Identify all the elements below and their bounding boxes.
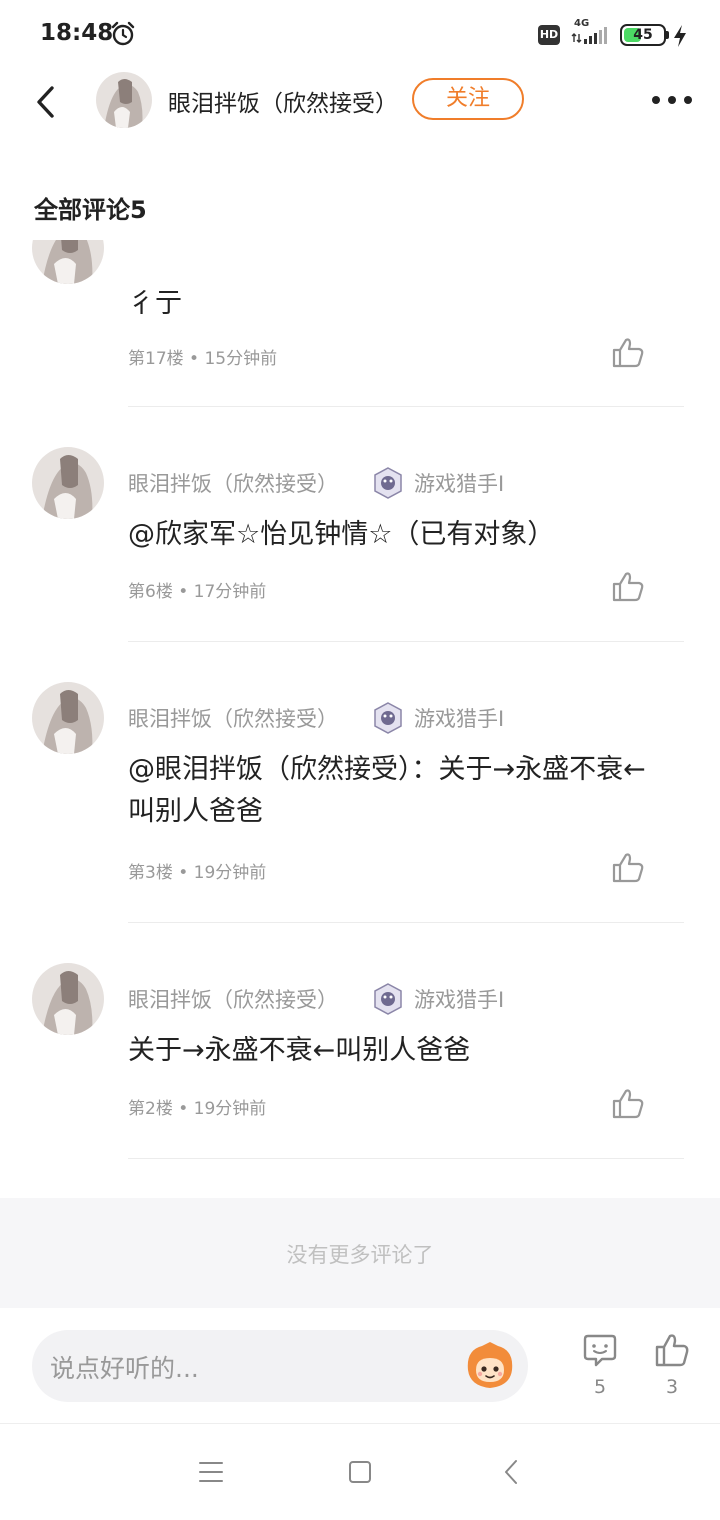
- avatar[interactable]: [32, 963, 104, 1035]
- comment-count: 5: [593, 1376, 607, 1398]
- avatar[interactable]: [32, 447, 104, 519]
- comment-time: 19分钟前: [193, 1099, 267, 1119]
- comment-text: @欣家军☆怡见钟情☆（已有对象）: [128, 519, 555, 550]
- comment-list[interactable]: 彳亍 第17楼 • 15分钟前 眼泪拌饭（欣然接受） 游戏猎手I @欣家军☆怡见…: [0, 240, 720, 1198]
- meta-separator: •: [178, 582, 194, 602]
- comment-username[interactable]: 眼泪拌饭（欣然接受）: [128, 468, 338, 498]
- comment-time: 15分钟前: [204, 349, 278, 369]
- like-icon[interactable]: [610, 568, 646, 604]
- comment-meta: 第3楼 • 19分钟前: [128, 858, 266, 883]
- home-icon[interactable]: [348, 1460, 372, 1484]
- comment-item: 眼泪拌饭（欣然接受） 游戏猎手I @眼泪拌饭（欣然接受）：关于→永盛不衰←叫别人…: [0, 642, 720, 923]
- comment-floor: 第17楼: [128, 349, 184, 369]
- comment-meta: 第6楼 • 17分钟前: [128, 577, 266, 602]
- back-icon[interactable]: [30, 82, 60, 122]
- section-title: 全部评论5: [34, 196, 147, 224]
- mascot-icon[interactable]: [462, 1340, 518, 1392]
- screen: 18:48 HD 4G 45 眼泪拌饭（欣然接受） 关注 全部评论5 彳亍 第1…: [0, 0, 720, 1520]
- battery-icon: 45: [620, 24, 666, 46]
- badge-label: 游戏猎手I: [414, 707, 505, 731]
- comment-meta: 第17楼 • 15分钟前: [128, 344, 277, 369]
- badge-icon: [374, 467, 402, 499]
- more-icon[interactable]: [648, 90, 696, 110]
- system-nav-bar: [0, 1424, 720, 1520]
- status-time: 18:48: [40, 20, 114, 46]
- comment-text: 彳亍: [128, 288, 182, 319]
- comment-username[interactable]: 眼泪拌饭（欣然接受）: [128, 703, 338, 733]
- input-placeholder: 说点好听的...: [50, 1354, 199, 1383]
- hd-badge: HD: [538, 25, 560, 45]
- comment-floor: 第6楼: [128, 582, 173, 602]
- comment-text: @眼泪拌饭（欣然接受）：关于→永盛不衰←叫别人爸爸: [128, 754, 646, 827]
- battery-cap: [666, 31, 669, 39]
- menu-icon[interactable]: [198, 1460, 224, 1484]
- avatar[interactable]: [32, 240, 104, 284]
- like-icon[interactable]: [654, 1332, 690, 1368]
- comment-meta: 第2楼 • 19分钟前: [128, 1094, 266, 1119]
- meta-separator: •: [178, 1099, 194, 1119]
- like-icon[interactable]: [610, 1085, 646, 1121]
- input-bar: 说点好听的... 5 3: [0, 1308, 720, 1424]
- comment-floor: 第3楼: [128, 863, 173, 883]
- avatar[interactable]: [96, 72, 152, 128]
- signal-icon: [571, 27, 607, 44]
- charge-icon: [674, 25, 686, 47]
- comment-input[interactable]: 说点好听的...: [32, 1330, 528, 1402]
- comment-floor: 第2楼: [128, 1099, 173, 1119]
- like-count: 3: [665, 1376, 679, 1398]
- nav-back-icon[interactable]: [502, 1458, 520, 1486]
- badge-label: 游戏猎手I: [414, 472, 505, 496]
- header: 眼泪拌饭（欣然接受） 关注: [0, 70, 720, 134]
- no-more-text: 没有更多评论了: [286, 1243, 434, 1267]
- header-username[interactable]: 眼泪拌饭（欣然接受）: [168, 84, 398, 118]
- comment-time: 19分钟前: [193, 863, 267, 883]
- comment-item: 彳亍 第17楼 • 15分钟前: [0, 240, 720, 408]
- comment-item: 眼泪拌饭（欣然接受） 游戏猎手I 关于→永盛不衰←叫别人爸爸 第2楼 • 19分…: [0, 923, 720, 1159]
- like-icon[interactable]: [610, 849, 646, 885]
- status-bar: 18:48 HD 4G 45: [0, 0, 720, 70]
- comment-item: 眼泪拌饭（欣然接受） 游戏猎手I @欣家军☆怡见钟情☆（已有对象） 第6楼 • …: [0, 407, 720, 642]
- badge-icon: [374, 983, 402, 1015]
- comment-icon[interactable]: [582, 1332, 618, 1368]
- meta-separator: •: [178, 863, 194, 883]
- like-icon[interactable]: [610, 334, 646, 370]
- divider: [128, 1158, 684, 1159]
- meta-separator: •: [189, 349, 205, 369]
- no-more-section: 没有更多评论了: [0, 1198, 720, 1308]
- battery-percent: 45: [633, 27, 653, 43]
- badge-icon: [374, 702, 402, 734]
- comment-text: 关于→永盛不衰←叫别人爸爸: [128, 1035, 471, 1066]
- avatar[interactable]: [32, 682, 104, 754]
- follow-button[interactable]: 关注: [412, 78, 524, 120]
- alarm-icon: [111, 21, 135, 46]
- comment-username[interactable]: 眼泪拌饭（欣然接受）: [128, 984, 338, 1014]
- badge-label: 游戏猎手I: [414, 988, 505, 1012]
- comment-time: 17分钟前: [193, 582, 267, 602]
